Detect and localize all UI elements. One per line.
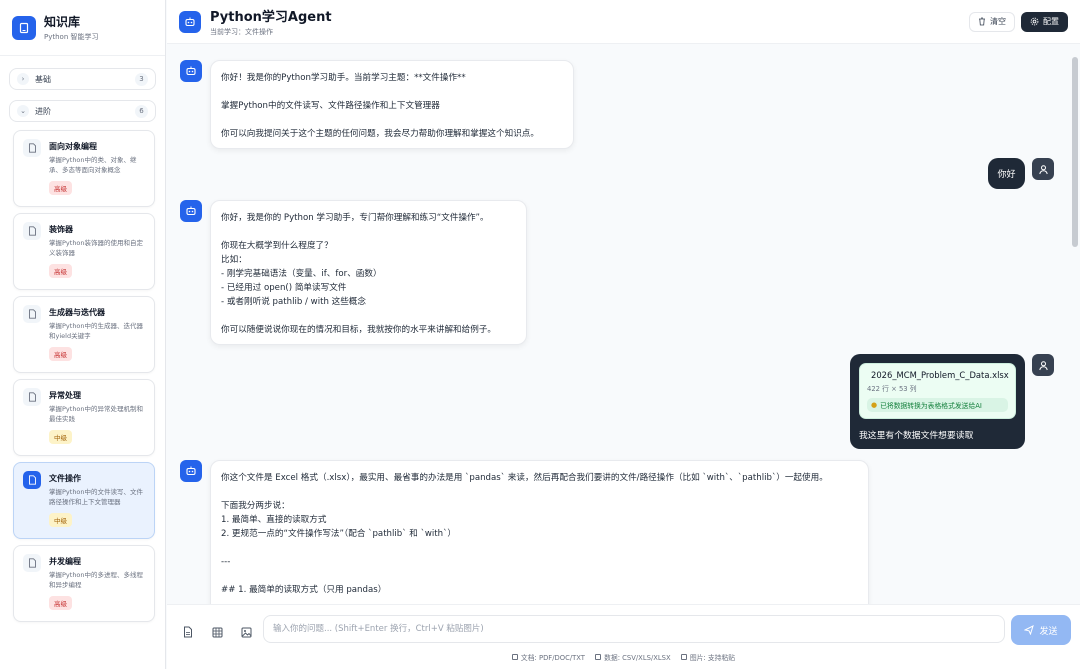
image-icon [241, 627, 251, 637]
assistant-message: 你这个文件是 Excel 格式（.xlsx），最实用、最省事的办法是用 `pan… [210, 460, 869, 604]
topic-generators[interactable]: 生成器与迭代器 掌握Python中的生成器、迭代器和yield关键字 高级 [13, 296, 155, 373]
user-avatar-icon [1032, 354, 1054, 376]
level-badge: 高级 [49, 181, 72, 195]
topic-title: 异常处理 [49, 391, 81, 400]
topic-desc: 掌握Python中的多进程、多线程和异步编程 [49, 571, 144, 589]
chat-header: Python学习Agent 当前学习：文件操作 清空 配置 [167, 0, 1080, 44]
document-icon [23, 139, 41, 157]
composer: 发送 文档: PDF/DOC/TXT 数据: CSV/XLS/XLSX 图片: … [167, 604, 1080, 669]
user-avatar-icon [1032, 158, 1054, 180]
brand-subtitle: Python 智能学习 [44, 33, 99, 41]
clear-button[interactable]: 清空 [969, 11, 1015, 32]
assistant-message: 你好，我是你的 Python 学习助手，专门帮你理解和练习“文件操作”。 你现在… [210, 200, 527, 345]
level-badge: 中级 [49, 430, 72, 444]
user-message-with-file: 2026_MCM_Problem_C_Data.xlsx 422 行 × 53 … [850, 354, 1025, 449]
topic-concurrency[interactable]: 并发编程 掌握Python中的多进程、多线程和异步编程 高级 [13, 545, 155, 622]
group-label: 进阶 [35, 106, 51, 116]
topic-decorators[interactable]: 装饰器 掌握Python装饰器的使用和自定义装饰器 高级 [13, 213, 155, 290]
file-convert-hint: ● 已将数据转换为表格格式发送给AI [867, 398, 1008, 412]
config-button[interactable]: 配置 [1021, 11, 1068, 32]
send-button-label: 发送 [1039, 626, 1058, 637]
clear-button-label: 清空 [990, 17, 1006, 26]
image-icon [680, 654, 687, 660]
brand: 知识库 Python 智能学习 [0, 0, 165, 56]
document-icon [23, 388, 41, 406]
attach-image-button[interactable] [237, 623, 255, 641]
user-message: 你好 [988, 158, 1025, 189]
robot-icon [180, 60, 202, 82]
user-message-text: 我这里有个数据文件想要读取 [859, 431, 974, 441]
trash-icon [979, 17, 985, 26]
scrollbar[interactable] [1072, 57, 1078, 247]
document-icon [184, 626, 192, 638]
config-button-label: 配置 [1043, 17, 1059, 26]
chevron-right-icon: › [17, 73, 29, 85]
level-badge: 中级 [49, 513, 72, 527]
topic-desc: 掌握Python中的生成器、迭代器和yield关键字 [49, 322, 144, 340]
attach-data-button[interactable] [208, 623, 226, 641]
group-count: 6 [135, 104, 148, 118]
topic-oop[interactable]: 面向对象编程 掌握Python中的类、对象、继承、多态等面向对象概念 高级 [13, 130, 155, 207]
group-label: 基础 [35, 74, 51, 84]
level-badge: 高级 [49, 347, 72, 361]
hint-images: 图片: 支持粘贴 [680, 652, 735, 662]
send-button[interactable]: 发送 [1011, 615, 1071, 645]
upload-hints: 文档: PDF/DOC/TXT 数据: CSV/XLS/XLSX 图片: 支持粘… [167, 652, 1080, 662]
table-icon [212, 627, 222, 637]
book-icon [12, 15, 36, 40]
topic-file-operations[interactable]: 文件操作 掌握Python中的文件读写、文件路径操作和上下文管理器 中级 [13, 462, 155, 539]
sidebar: 知识库 Python 智能学习 › 基础 3 ⌄ 进阶 6 面向对象编程 掌握P… [0, 0, 166, 669]
topic-desc: 掌握Python中的异常处理机制和最佳实践 [49, 405, 144, 423]
brand-title: 知识库 [44, 15, 81, 29]
assistant-message: 你好！我是你的Python学习助手。当前学习主题：**文件操作** 掌握Pyth… [210, 60, 574, 149]
document-icon [23, 554, 41, 572]
level-badge: 高级 [49, 596, 72, 610]
gear-icon [1030, 17, 1039, 26]
group-basic[interactable]: › 基础 3 [9, 68, 156, 90]
robot-icon [180, 460, 202, 482]
chevron-down-icon: ⌄ [17, 105, 29, 117]
group-count: 3 [135, 72, 148, 86]
topic-title: 面向对象编程 [49, 142, 97, 151]
lightbulb-icon: ● [871, 401, 878, 409]
page-title: Python学习Agent [210, 10, 332, 25]
document-icon [511, 654, 518, 660]
topic-desc: 掌握Python中的文件读写、文件路径操作和上下文管理器 [49, 488, 144, 506]
robot-icon [180, 200, 202, 222]
chat-area[interactable]: 你好！我是你的Python学习助手。当前学习主题：**文件操作** 掌握Pyth… [167, 45, 1080, 604]
level-badge: 高级 [49, 264, 72, 278]
group-advanced[interactable]: ⌄ 进阶 6 [9, 100, 156, 122]
current-topic-label: 当前学习：文件操作 [210, 28, 273, 36]
hint-documents: 文档: PDF/DOC/TXT [511, 652, 585, 662]
file-name: 2026_MCM_Problem_C_Data.xlsx [871, 370, 1009, 380]
attach-document-button[interactable] [179, 623, 197, 641]
topic-exceptions[interactable]: 异常处理 掌握Python中的异常处理机制和最佳实践 中级 [13, 379, 155, 456]
topic-desc: 掌握Python中的类、对象、继承、多态等面向对象概念 [49, 156, 137, 174]
topic-title: 装饰器 [49, 225, 73, 234]
topic-title: 文件操作 [49, 474, 81, 483]
document-icon [23, 222, 41, 240]
hint-data: 数据: CSV/XLS/XLSX [595, 652, 671, 662]
send-icon [1024, 625, 1035, 635]
topic-desc: 掌握Python装饰器的使用和自定义装饰器 [49, 239, 144, 257]
topic-title: 生成器与迭代器 [49, 308, 105, 317]
attached-file-card[interactable]: 2026_MCM_Problem_C_Data.xlsx 422 行 × 53 … [859, 363, 1016, 419]
robot-icon [179, 10, 201, 33]
document-icon [23, 305, 41, 323]
message-input[interactable] [263, 615, 1005, 643]
table-icon [595, 654, 602, 660]
topic-title: 并发编程 [49, 557, 81, 566]
document-icon [23, 471, 41, 489]
file-hint-text: 已将数据转换为表格格式发送给AI [880, 402, 982, 410]
file-meta: 422 行 × 53 列 [867, 385, 917, 393]
